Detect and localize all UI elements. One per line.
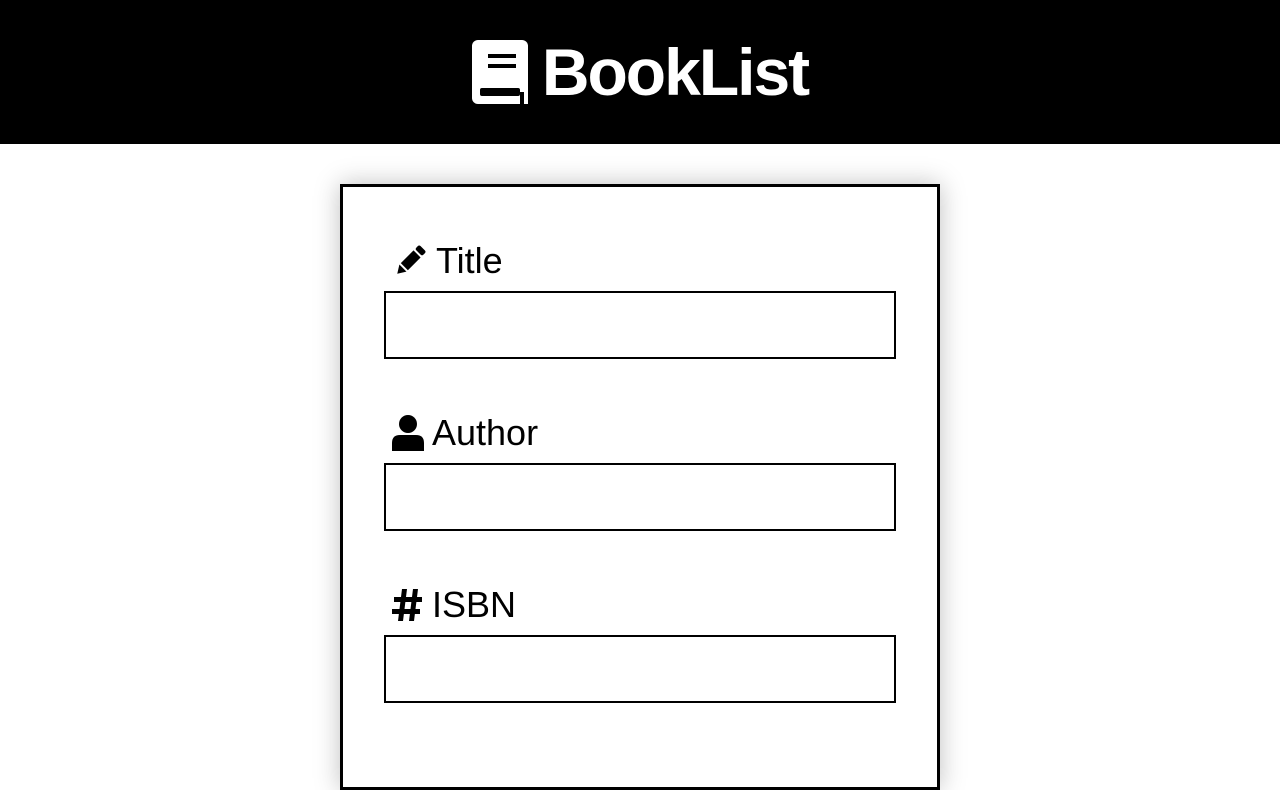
author-label-text: Author — [432, 412, 539, 453]
user-icon — [392, 415, 424, 451]
title-label-text: Title — [436, 240, 503, 281]
author-input[interactable] — [384, 463, 896, 531]
book-form: Title Author ISBN — [340, 184, 940, 790]
isbn-label-text: ISBN — [432, 584, 517, 625]
author-label: Author — [384, 411, 896, 455]
title-field: Title — [384, 239, 896, 359]
brand[interactable]: BookList — [471, 35, 810, 109]
book-icon — [471, 40, 528, 104]
isbn-input[interactable] — [384, 635, 896, 703]
author-field: Author — [384, 411, 896, 531]
title-label: Title — [384, 239, 896, 283]
isbn-field: ISBN — [384, 583, 896, 703]
app-title: BookList — [541, 35, 810, 109]
pencil-icon — [397, 245, 426, 274]
isbn-label: ISBN — [384, 583, 896, 627]
hash-icon — [392, 589, 422, 621]
app-header: BookList — [0, 0, 1280, 144]
title-input[interactable] — [384, 291, 896, 359]
